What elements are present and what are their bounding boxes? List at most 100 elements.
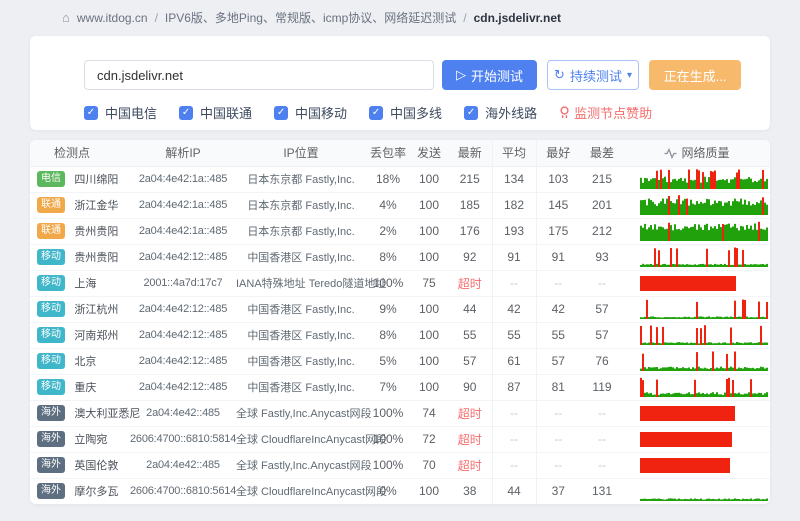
table-row: 联通 浙江金华 2a04:4e42:1a::485 日本东京都 Fastly,I…: [30, 192, 770, 218]
avg-latency: --: [492, 426, 536, 452]
results-card: 检测点 解析IP IP位置 丢包率 发送 最新 平均 最好 最差 网络质量 电信…: [30, 140, 770, 504]
carrier-badge: 移动: [37, 327, 65, 343]
loss-rate: 7%: [366, 374, 410, 400]
loss-rate: 18%: [366, 166, 410, 192]
latest-latency: 44: [448, 296, 492, 322]
breadcrumb-path: IPV6版、多地Ping、常规版、icmp协议、网络延迟测试: [165, 9, 456, 26]
quality-sparkline: [624, 244, 770, 270]
ip-location: 日本东京都 Fastly,Inc.: [236, 192, 366, 218]
filter-item-mobile[interactable]: ✓ 中国移动: [274, 103, 347, 122]
resolved-ip: 2a04:4e42:1a::485: [130, 166, 236, 192]
resolved-ip: 2a04:4e42:12::485: [130, 244, 236, 270]
search-card: ▷ 开始测试 ↻ 持续测试 ▾ 正在生成... ✓ 中国电信 ✓ 中国联通 ✓ …: [30, 36, 770, 130]
filter-item-unicom[interactable]: ✓ 中国联通: [179, 103, 252, 122]
avg-latency: --: [492, 270, 536, 296]
worst-latency: 131: [580, 478, 624, 504]
best-latency: --: [536, 452, 580, 478]
generating-button[interactable]: 正在生成...: [649, 60, 741, 90]
avg-latency: 44: [492, 478, 536, 504]
city-label: 英国伦敦: [74, 460, 118, 472]
worst-latency: --: [580, 270, 624, 296]
play-icon: ▷: [456, 67, 466, 83]
worst-latency: --: [580, 426, 624, 452]
sent-count: 75: [410, 270, 448, 296]
column-header-sent: 发送: [410, 140, 448, 166]
table-row: 电信 四川绵阳 2a04:4e42:1a::485 日本东京都 Fastly,I…: [30, 166, 770, 192]
column-header-quality: 网络质量: [624, 140, 770, 166]
best-latency: 81: [536, 374, 580, 400]
breadcrumb-site[interactable]: www.itdog.cn: [77, 11, 148, 25]
worst-latency: --: [580, 400, 624, 426]
resolved-ip: 2a04:4e42:12::485: [130, 322, 236, 348]
quality-sparkline: [624, 270, 770, 296]
checkbox-checked-icon[interactable]: ✓: [274, 106, 288, 120]
loss-rate: 4%: [366, 192, 410, 218]
avg-latency: --: [492, 452, 536, 478]
avg-latency: 182: [492, 192, 536, 218]
quality-sparkline: [624, 374, 770, 400]
quality-sparkline: [624, 218, 770, 244]
sent-count: 100: [410, 296, 448, 322]
sponsor-link[interactable]: 监测节点赞助: [559, 103, 652, 122]
host-input[interactable]: [84, 60, 434, 90]
loss-rate: 9%: [366, 296, 410, 322]
quality-sparkline: [624, 400, 770, 426]
quality-sparkline: [624, 296, 770, 322]
city-label: 浙江金华: [74, 200, 118, 212]
sent-count: 100: [410, 218, 448, 244]
column-header-latest: 最新: [448, 140, 492, 166]
worst-latency: 57: [580, 322, 624, 348]
sent-count: 100: [410, 478, 448, 504]
checkbox-checked-icon[interactable]: ✓: [84, 106, 98, 120]
continuous-test-button[interactable]: ↻ 持续测试 ▾: [547, 60, 639, 90]
city-label: 立陶宛: [74, 434, 107, 446]
table-row: 移动 上海 2001::4a7d:17c7 IANA特殊地址 Teredo隧道地…: [30, 270, 770, 296]
latest-latency: 超时: [448, 400, 492, 426]
loss-rate: 100%: [366, 270, 410, 296]
carrier-badge: 电信: [37, 171, 65, 187]
carrier-badge: 移动: [37, 379, 65, 395]
start-test-button[interactable]: ▷ 开始测试: [442, 60, 537, 90]
city-label: 河南郑州: [74, 330, 118, 342]
best-latency: 91: [536, 244, 580, 270]
resolved-ip: 2a04:4e42:12::485: [130, 348, 236, 374]
carrier-badge: 移动: [37, 301, 65, 317]
carrier-badge: 海外: [37, 457, 65, 473]
city-label: 澳大利亚悉尼: [74, 408, 140, 420]
column-header-avg: 平均: [492, 140, 536, 166]
avg-latency: 193: [492, 218, 536, 244]
checkbox-checked-icon[interactable]: ✓: [179, 106, 193, 120]
filter-item-multiline[interactable]: ✓ 中国多线: [369, 103, 442, 122]
latest-latency: 215: [448, 166, 492, 192]
resolved-ip: 2a04:4e42:12::485: [130, 296, 236, 322]
search-row: ▷ 开始测试 ↻ 持续测试 ▾ 正在生成...: [30, 36, 770, 90]
table-row: 移动 北京 2a04:4e42:12::485 中国香港区 Fastly,Inc…: [30, 348, 770, 374]
table-row: 联通 贵州贵阳 2a04:4e42:1a::485 日本东京都 Fastly,I…: [30, 218, 770, 244]
sent-count: 100: [410, 244, 448, 270]
carrier-badge: 移动: [37, 353, 65, 369]
sent-count: 100: [410, 374, 448, 400]
resolved-ip: 2606:4700::6810:5614: [130, 478, 236, 504]
sent-count: 74: [410, 400, 448, 426]
best-latency: 175: [536, 218, 580, 244]
sent-count: 70: [410, 452, 448, 478]
checkbox-checked-icon[interactable]: ✓: [464, 106, 478, 120]
checkbox-checked-icon[interactable]: ✓: [369, 106, 383, 120]
city-label: 浙江杭州: [74, 304, 118, 316]
loss-rate: 100%: [366, 400, 410, 426]
avg-latency: 42: [492, 296, 536, 322]
quality-sparkline: [624, 322, 770, 348]
resolved-ip: 2a04:4e42:1a::485: [130, 218, 236, 244]
avg-latency: 61: [492, 348, 536, 374]
latest-latency: 38: [448, 478, 492, 504]
filter-item-telecom[interactable]: ✓ 中国电信: [84, 103, 157, 122]
column-header-loss-rate: 丢包率: [366, 140, 410, 166]
pulse-icon: [664, 148, 677, 159]
worst-latency: 76: [580, 348, 624, 374]
quality-sparkline: [624, 348, 770, 374]
carrier-badge: 联通: [37, 197, 65, 213]
sent-count: 100: [410, 192, 448, 218]
filter-item-overseas[interactable]: ✓ 海外线路: [464, 103, 537, 122]
latest-latency: 超时: [448, 270, 492, 296]
city-label: 贵州贵阳: [74, 226, 118, 238]
